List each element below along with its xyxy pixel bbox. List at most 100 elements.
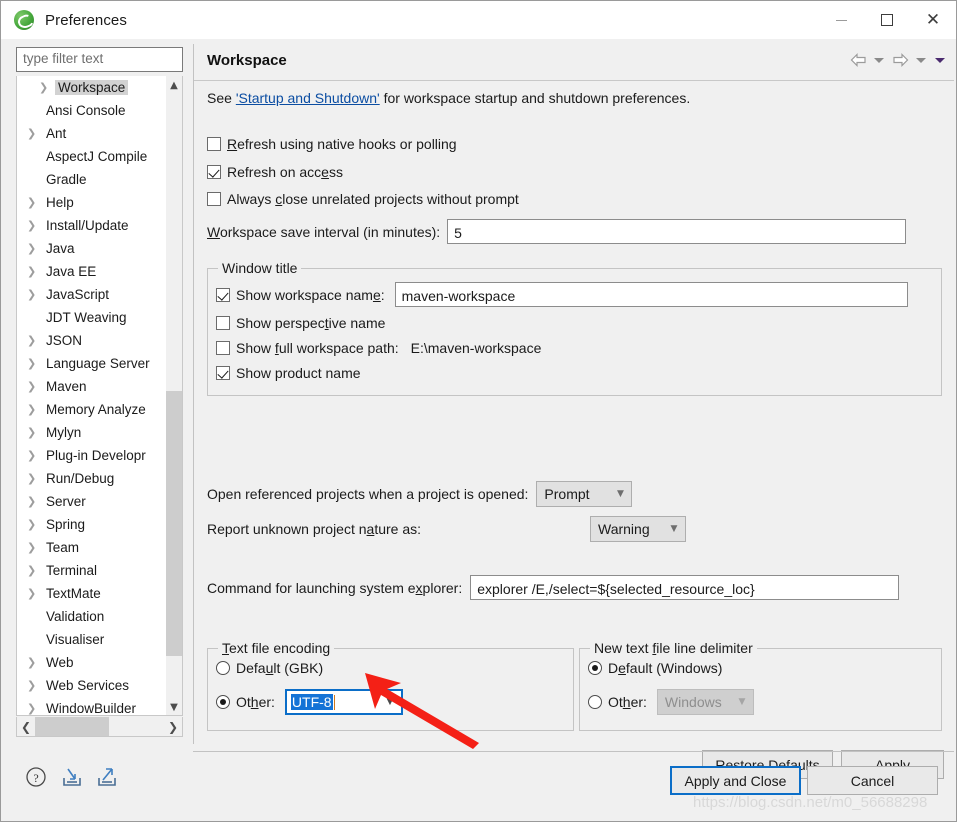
help-icon[interactable]: ? [25, 766, 47, 788]
chevron-right-icon[interactable]: ❯ [27, 242, 43, 255]
maximize-button[interactable] [864, 1, 910, 39]
sidebar-item-help[interactable]: ❯ Help [17, 191, 167, 214]
sidebar-item-validation[interactable]: ❯Validation [17, 605, 167, 628]
sidebar-item-team[interactable]: ❯ Team [17, 536, 167, 559]
checkbox-label: Show product name [236, 365, 361, 381]
view-menu-icon[interactable] [932, 49, 948, 71]
back-arrow-icon[interactable] [848, 49, 868, 71]
checkbox-show-full-workspace-path[interactable]: Show full workspace path: E:\maven-works… [216, 340, 541, 356]
forward-menu-chevron-down-icon[interactable] [913, 49, 929, 71]
checkbox-always-close-unrelated[interactable]: Always close unrelated projects without … [207, 191, 519, 207]
chevron-up-icon[interactable]: ▲ [166, 76, 182, 94]
sidebar-item-java[interactable]: ❯ Java [17, 237, 167, 260]
sidebar-item-json[interactable]: ❯ JSON [17, 329, 167, 352]
open-referenced-projects-select[interactable]: Prompt ▼ [536, 481, 633, 507]
workspace-name-input[interactable]: maven-workspace [394, 282, 908, 307]
cancel-button[interactable]: Cancel [807, 766, 938, 795]
sidebar-item-run-debug[interactable]: ❯ Run/Debug [17, 467, 167, 490]
chevron-right-icon[interactable]: ❯ [27, 472, 43, 485]
text-caret [333, 694, 335, 710]
chevron-right-icon[interactable]: ❯ [27, 518, 43, 531]
chevron-right-icon[interactable]: ❯ [27, 587, 43, 600]
radio-label: Other: [236, 694, 275, 710]
chevron-right-icon[interactable]: ❯ [27, 702, 43, 715]
chevron-right-icon[interactable]: ❯ [27, 679, 43, 692]
forward-arrow-icon[interactable] [890, 49, 910, 71]
chevron-right-icon[interactable]: ❯ [27, 288, 43, 301]
checkbox-show-perspective-name[interactable]: Show perspective name [216, 315, 385, 331]
tree-vertical-scrollbar[interactable]: ▲ ▼ [166, 76, 182, 715]
sidebar-item-ansi-console[interactable]: ❯Ansi Console [17, 99, 167, 122]
radio-delimiter-default[interactable]: Default (Windows) [588, 660, 722, 676]
tree-horizontal-scrollbar[interactable]: ❮ ❯ [16, 717, 183, 737]
chevron-right-icon[interactable]: ❯ [27, 380, 43, 393]
chevron-left-icon[interactable]: ❮ [17, 720, 35, 734]
line-delimiter-group: New text file line delimiter Default (Wi… [579, 640, 942, 731]
checkbox-refresh-on-access[interactable]: Refresh on access [207, 164, 343, 180]
chevron-right-icon[interactable]: ❯ [164, 720, 182, 734]
sidebar-item-jdt-weaving[interactable]: ❯JDT Weaving [17, 306, 167, 329]
full-workspace-path-value: E:\maven-workspace [410, 340, 542, 356]
radio-delimiter-other[interactable]: Other: Windows ▼ [588, 689, 754, 715]
radio-encoding-other[interactable]: Other: UTF-8 ▼ [216, 689, 403, 715]
chevron-right-icon[interactable]: ❯ [27, 196, 43, 209]
hscrollbar-thumb[interactable] [35, 717, 109, 736]
sidebar-item-maven[interactable]: ❯ Maven [17, 375, 167, 398]
sidebar-item-javascript[interactable]: ❯ JavaScript [17, 283, 167, 306]
chevron-right-icon[interactable]: ❯ [27, 334, 43, 347]
chevron-right-icon[interactable]: ❯ [27, 426, 43, 439]
sidebar-item-visualiser[interactable]: ❯Visualiser [17, 628, 167, 651]
sidebar-item-server[interactable]: ❯ Server [17, 490, 167, 513]
checkbox-show-workspace-name[interactable]: Show workspace name: maven-workspace [216, 282, 908, 307]
chevron-right-icon[interactable]: ❯ [27, 357, 43, 370]
report-unknown-nature-select[interactable]: Warning ▼ [590, 516, 686, 542]
sidebar-item-workspace[interactable]: ❯ Workspace [17, 76, 167, 99]
back-menu-chevron-down-icon[interactable] [871, 49, 887, 71]
checkbox-show-product-name[interactable]: Show product name [216, 365, 361, 381]
radio-encoding-default[interactable]: Default (GBK) [216, 660, 323, 676]
sidebar-item-ant[interactable]: ❯ Ant [17, 122, 167, 145]
sidebar-item-web[interactable]: ❯ Web [17, 651, 167, 674]
checkbox-refresh-native-hooks[interactable]: Refresh using native hooks or polling [207, 136, 457, 152]
checkbox-box [216, 341, 230, 355]
sidebar-item-gradle[interactable]: ❯Gradle [17, 168, 167, 191]
chevron-right-icon[interactable]: ❯ [27, 495, 43, 508]
sidebar-item-memory-analyze[interactable]: ❯ Memory Analyze [17, 398, 167, 421]
sidebar-item-terminal[interactable]: ❯ Terminal [17, 559, 167, 582]
line-delimiter-label: New text file line delimiter [590, 640, 757, 656]
close-button[interactable]: ✕ [910, 1, 956, 39]
search-input[interactable]: type filter text [16, 47, 183, 72]
scrollbar-thumb[interactable] [166, 391, 182, 656]
sidebar-item-spring[interactable]: ❯ Spring [17, 513, 167, 536]
sidebar-item-web-services[interactable]: ❯ Web Services [17, 674, 167, 697]
sidebar-item-java-ee[interactable]: ❯ Java EE [17, 260, 167, 283]
apply-and-close-button[interactable]: Apply and Close [670, 766, 801, 795]
sidebar-item-mylyn[interactable]: ❯ Mylyn [17, 421, 167, 444]
chevron-right-icon[interactable]: ❯ [27, 541, 43, 554]
chevron-right-icon[interactable]: ❯ [27, 403, 43, 416]
system-explorer-command-input[interactable]: explorer /E,/select=${selected_resource_… [470, 575, 900, 600]
startup-shutdown-link[interactable]: 'Startup and Shutdown' [236, 90, 380, 106]
sidebar-item-language-server[interactable]: ❯ Language Server [17, 352, 167, 375]
import-icon[interactable] [60, 766, 82, 788]
sidebar-item-windowbuilder[interactable]: ❯ WindowBuilder [17, 697, 167, 715]
sidebar-item-textmate[interactable]: ❯ TextMate [17, 582, 167, 605]
chevron-right-icon[interactable]: ❯ [27, 656, 43, 669]
chevron-right-icon[interactable]: ❯ [27, 127, 43, 140]
chevron-right-icon[interactable]: ❯ [27, 219, 43, 232]
chevron-right-icon[interactable]: ❯ [27, 265, 43, 278]
chevron-down-icon[interactable]: ▼ [166, 698, 182, 715]
encoding-select[interactable]: UTF-8 ▼ [284, 689, 403, 715]
sidebar-item-plug-in-developr[interactable]: ❯ Plug-in Developr [17, 444, 167, 467]
workspace-save-interval-input[interactable]: 5 [447, 219, 907, 244]
minimize-button[interactable] [818, 1, 864, 39]
sidebar-item-aspectj-compile[interactable]: ❯AspectJ Compile [17, 145, 167, 168]
sidebar-item-install-update[interactable]: ❯ Install/Update [17, 214, 167, 237]
chevron-right-icon[interactable]: ❯ [27, 449, 43, 462]
preferences-tree[interactable]: ❯Workspace❯Ansi Console❯Ant❯AspectJ Comp… [16, 76, 183, 716]
export-icon[interactable] [95, 766, 117, 788]
chevron-right-icon[interactable]: ❯ [39, 81, 55, 94]
chevron-right-icon[interactable]: ❯ [27, 564, 43, 577]
checkbox-label: Refresh on access [227, 164, 343, 180]
eclipse-icon [14, 10, 34, 30]
